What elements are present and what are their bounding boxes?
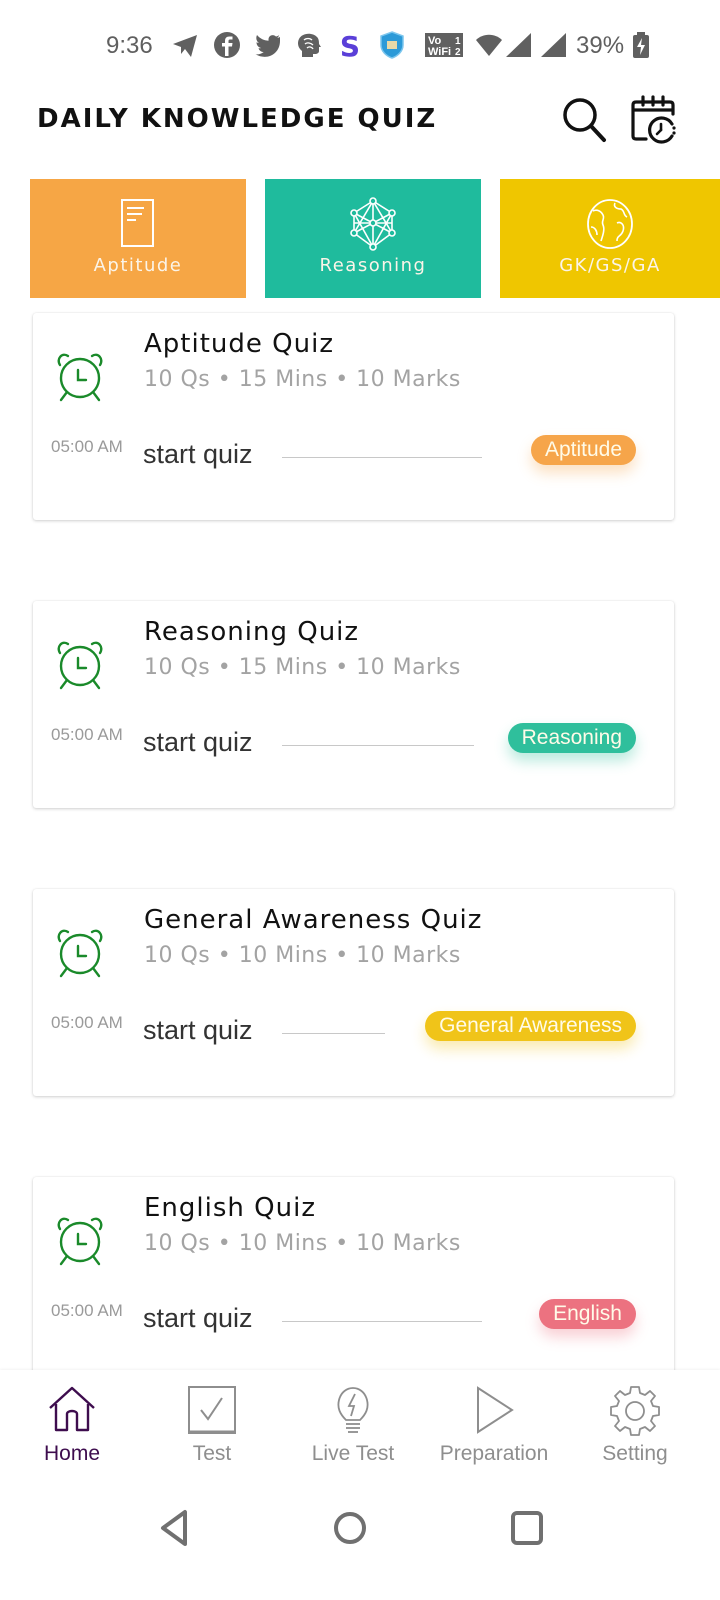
- quiz-time: 05:00 AM: [51, 1013, 123, 1032]
- signal-icon: [506, 33, 531, 57]
- quiz-meta: 10 Qs • 10 Mins • 10 Marks: [144, 1231, 461, 1256]
- category-tile-aptitude[interactable]: Aptitude: [30, 179, 246, 298]
- category-tile-reasoning[interactable]: Reasoning: [265, 179, 481, 298]
- svg-text:1: 1: [455, 36, 461, 47]
- nav-item-preparation[interactable]: Preparation: [422, 1370, 566, 1480]
- svg-text:2: 2: [455, 47, 461, 58]
- quiz-card[interactable]: General Awareness Quiz 10 Qs • 10 Mins •…: [33, 889, 674, 1096]
- brain-app-icon: [298, 33, 321, 57]
- battery-percent: 39%: [576, 32, 625, 59]
- signal-icon: [541, 33, 566, 57]
- play-icon: [477, 1386, 514, 1434]
- nav-label: Test: [192, 1442, 232, 1465]
- nav-item-home[interactable]: Home: [0, 1370, 144, 1480]
- quiz-time: 05:00 AM: [51, 1301, 123, 1320]
- quiz-time: 05:00 AM: [51, 725, 123, 744]
- alarm-clock-icon: [57, 641, 103, 690]
- quiz-card[interactable]: Aptitude Quiz 10 Qs • 15 Mins • 10 Marks…: [33, 313, 674, 520]
- alarm-clock-icon: [57, 929, 103, 978]
- quiz-title: English Quiz: [144, 1193, 316, 1223]
- quiz-meta: 10 Qs • 15 Mins • 10 Marks: [144, 655, 461, 680]
- quiz-title: General Awareness Quiz: [144, 905, 483, 935]
- category-tile-gk[interactable]: GK/GS/GA: [500, 179, 720, 298]
- quiz-time: 05:00 AM: [51, 437, 123, 456]
- calendar-button[interactable]: [628, 94, 680, 146]
- divider-line: [282, 457, 482, 458]
- divider-line: [282, 1321, 482, 1322]
- quiz-title: Reasoning Quiz: [144, 617, 360, 647]
- facebook-icon: [214, 32, 240, 58]
- status-bar: 9:36 S Vo WiFi 1 2 39%: [0, 0, 720, 80]
- category-badge[interactable]: General Awareness: [425, 1011, 636, 1041]
- quiz-card[interactable]: English Quiz 10 Qs • 10 Mins • 10 Marks …: [33, 1177, 674, 1384]
- vowifi-icon: Vo WiFi 1 2: [425, 33, 463, 58]
- telegram-icon: [173, 35, 197, 57]
- home-icon: [49, 1386, 95, 1432]
- category-tiles: Aptitude Reasoning GK/GS/GA: [0, 179, 720, 298]
- category-badge[interactable]: English: [539, 1299, 636, 1329]
- divider-line: [282, 1033, 385, 1034]
- checkbox-icon: [188, 1386, 236, 1434]
- alarm-clock-icon: [57, 1217, 103, 1266]
- quiz-title: Aptitude Quiz: [144, 329, 334, 359]
- calendar-clock-icon: [631, 95, 676, 144]
- battery-charging-icon: [633, 32, 649, 58]
- nav-item-setting[interactable]: Setting: [563, 1370, 707, 1480]
- recents-square-icon: [511, 1511, 543, 1545]
- search-button[interactable]: [558, 94, 610, 146]
- back-button[interactable]: [155, 1506, 199, 1550]
- twitter-icon: [255, 35, 280, 57]
- lightbulb-icon: [337, 1387, 369, 1433]
- divider-line: [282, 745, 474, 746]
- category-badge[interactable]: Reasoning: [507, 723, 636, 753]
- gear-icon: [610, 1386, 660, 1436]
- globe-icon: [587, 199, 633, 249]
- start-quiz-link[interactable]: start quiz: [143, 439, 253, 470]
- status-time: 9:36: [106, 32, 153, 59]
- nav-label: Live Test: [311, 1442, 395, 1465]
- category-label: Reasoning: [319, 255, 427, 276]
- category-badge[interactable]: Aptitude: [530, 435, 636, 465]
- nav-label: Home: [43, 1442, 101, 1465]
- svg-text:S: S: [340, 30, 360, 60]
- shield-app-icon: [380, 31, 404, 59]
- quiz-meta: 10 Qs • 10 Mins • 10 Marks: [144, 943, 461, 968]
- home-system-button[interactable]: [328, 1506, 372, 1550]
- page-title: DAILY KNOWLEDGE QUIZ: [37, 104, 438, 134]
- start-quiz-link[interactable]: start quiz: [143, 1015, 253, 1046]
- quiz-card[interactable]: Reasoning Quiz 10 Qs • 15 Mins • 10 Mark…: [33, 601, 674, 808]
- bottom-nav: Home Test Live Test Preparation Setting: [0, 1370, 720, 1480]
- network-icon: [350, 197, 396, 251]
- document-icon: [121, 199, 154, 247]
- category-label: Aptitude: [93, 255, 183, 276]
- home-circle-icon: [334, 1512, 366, 1544]
- recents-button[interactable]: [505, 1506, 549, 1550]
- start-quiz-link[interactable]: start quiz: [143, 727, 253, 758]
- start-quiz-link[interactable]: start quiz: [143, 1303, 253, 1334]
- nav-label: Setting: [602, 1442, 668, 1465]
- s-app-icon: S: [340, 30, 360, 60]
- nav-label: Preparation: [439, 1442, 549, 1465]
- alarm-clock-icon: [57, 353, 103, 402]
- system-nav-bar: [0, 1480, 720, 1600]
- nav-item-test[interactable]: Test: [140, 1370, 284, 1480]
- search-icon: [563, 98, 606, 142]
- svg-text:WiFi: WiFi: [428, 46, 451, 58]
- category-label: GK/GS/GA: [559, 255, 661, 276]
- back-triangle-icon: [161, 1510, 187, 1546]
- nav-item-live-test[interactable]: Live Test: [281, 1370, 425, 1480]
- quiz-meta: 10 Qs • 15 Mins • 10 Marks: [144, 367, 461, 392]
- wifi-icon: [476, 34, 502, 56]
